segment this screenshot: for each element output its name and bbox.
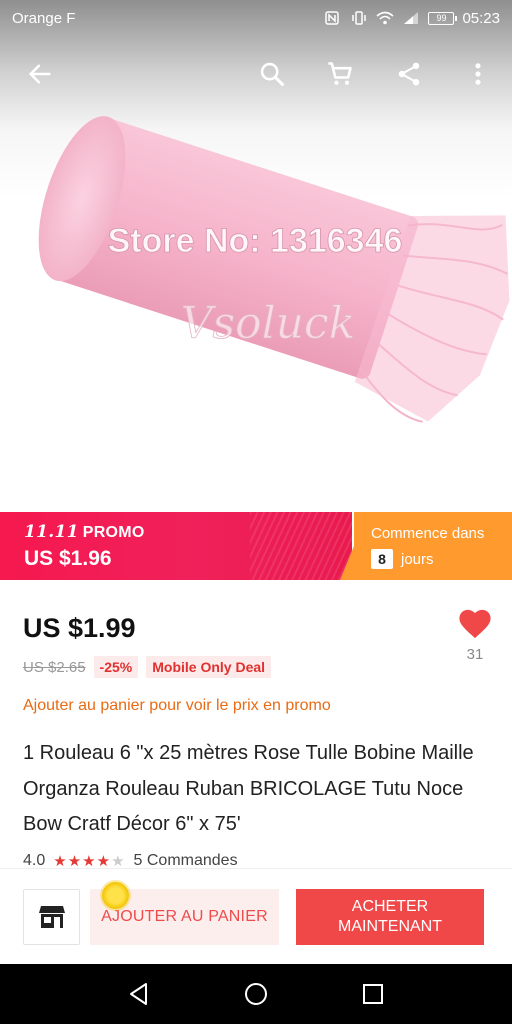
touch-indicator — [102, 882, 129, 909]
cart-button[interactable] — [316, 48, 364, 100]
clock: 05:23 — [462, 9, 500, 27]
star-icon: ★ — [96, 853, 112, 868]
buy-now-line1: ACHETER — [351, 898, 429, 915]
status-icons: 99 05:23 — [324, 10, 500, 27]
carrier-label: Orange F — [12, 9, 76, 27]
search-button[interactable] — [248, 48, 296, 100]
promo-event-label: 11.11 PROMO — [24, 522, 145, 542]
buy-now-button[interactable]: ACHETER MAINTENANT — [296, 889, 484, 945]
mobile-deal-badge: Mobile Only Deal — [146, 656, 272, 678]
store-icon — [38, 906, 65, 928]
back-arrow-icon — [28, 64, 51, 84]
nav-recents-button[interactable] — [349, 970, 397, 1018]
promo-price: US $1.96 — [24, 547, 112, 570]
starts-in-label: Commence dans — [371, 525, 485, 542]
system-nav-bar — [0, 964, 512, 1024]
original-price: US $2.65 — [23, 658, 86, 676]
promo-price-note: Ajouter au panier pour voir le prix en p… — [23, 697, 331, 714]
days-unit: jours — [401, 550, 434, 568]
nav-home-icon — [244, 983, 267, 1005]
top-toolbar — [0, 48, 512, 100]
store-watermark: Store No: 1316346 — [108, 222, 403, 260]
heart-icon — [459, 609, 491, 639]
battery-icon: 99 — [428, 11, 458, 25]
event-brand: 11.11 — [24, 522, 79, 542]
cart-icon — [328, 62, 352, 85]
signal-icon — [404, 12, 419, 24]
rating-stars: ★★★★★ — [53, 852, 125, 868]
wishlist-count: 31 — [466, 646, 484, 663]
price-details: US $2.65 -25% Mobile Only Deal — [23, 656, 272, 678]
promo-countdown-panel — [340, 512, 512, 580]
current-price: US $1.99 — [23, 613, 136, 643]
star-empty-icon: ★ — [111, 853, 126, 868]
bottom-action-bar: AJOUTER AU PANIER ACHETER MAINTENANT — [0, 868, 512, 964]
back-button[interactable] — [16, 48, 64, 100]
product-title: 1 Rouleau 6 "x 25 mètres Rose Tulle Bobi… — [23, 742, 474, 835]
star-icon: ★ — [82, 853, 97, 868]
nav-back-icon — [129, 983, 147, 1005]
product-image-area[interactable]: Store No: 1316346 Vsoluck Orange F 99 05… — [0, 0, 512, 512]
wishlist-button[interactable]: 31 — [456, 608, 494, 672]
promo-stripes — [250, 512, 352, 580]
rating-row[interactable]: 4.0 ★★★★★ 5 Commandes — [23, 852, 493, 868]
countdown: 8 jours — [371, 549, 434, 569]
star-icon: ★ — [53, 853, 68, 868]
rating-value: 4.0 — [23, 852, 46, 868]
share-icon — [398, 62, 420, 86]
promo-banner[interactable]: 11.11 PROMO US $1.96 Commence dans 8 jour… — [0, 512, 512, 580]
share-button[interactable] — [385, 48, 433, 100]
event-label: PROMO — [82, 524, 145, 541]
nfc-icon — [325, 11, 340, 25]
nav-recents-icon — [363, 984, 384, 1004]
days-count: 8 — [371, 549, 393, 569]
status-bar: Orange F 99 05:23 — [0, 0, 512, 36]
orders-count: 5 Commandes — [133, 852, 238, 868]
nav-home-button[interactable] — [232, 970, 280, 1018]
promo-price-panel: 11.11 PROMO US $1.96 — [0, 512, 352, 580]
more-vert-icon — [475, 63, 481, 85]
more-options-button[interactable] — [454, 48, 502, 100]
search-icon — [260, 62, 285, 87]
buy-now-line2: MAINTENANT — [338, 918, 442, 935]
star-icon: ★ — [67, 853, 83, 868]
store-button[interactable] — [23, 889, 80, 945]
discount-badge: -25% — [93, 656, 139, 678]
nav-back-button[interactable] — [115, 970, 163, 1018]
brand-watermark: Vsoluck — [181, 298, 356, 349]
wifi-icon — [376, 11, 394, 25]
product-image: Store No: 1316346 Vsoluck — [38, 116, 510, 423]
vibrate-icon — [352, 11, 367, 25]
